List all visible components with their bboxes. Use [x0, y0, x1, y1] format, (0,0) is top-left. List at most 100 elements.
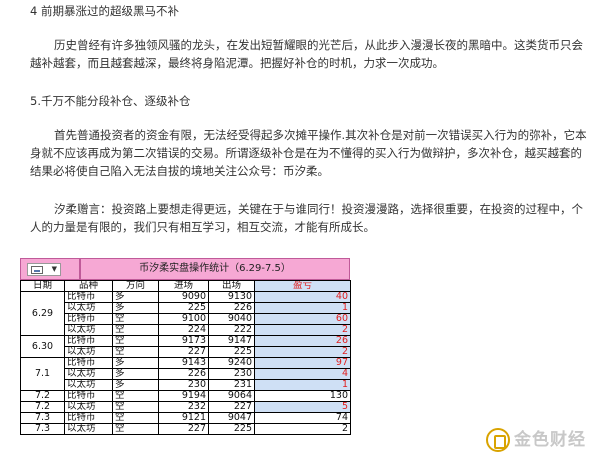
cell-coin: 以太坊: [64, 324, 113, 336]
cell-date: 7.3: [20, 423, 65, 435]
cell-entry: 227: [158, 423, 209, 435]
table-header-row: 日期 品种 方向 进场 出场 盈亏: [20, 280, 351, 292]
cell-exit: 226: [208, 302, 255, 314]
cell-direction: 空: [112, 324, 159, 336]
table-row: 7.2 比特币空 9194 9064 130: [20, 390, 351, 402]
jinse-logo-icon: [486, 428, 510, 452]
cell-entry: 9143: [158, 357, 209, 369]
cell-direction: 多: [112, 357, 159, 369]
trade-table: 日期 品种 方向 进场 出场 盈亏 6.29 比特币多 9090 9130 40 以太坊多…: [20, 280, 351, 435]
cell-entry: 9090: [158, 291, 209, 303]
cell-coin: 以太坊: [64, 368, 113, 380]
cell-entry: 232: [158, 401, 209, 413]
header-date: 日期: [20, 280, 65, 292]
table-row: 6.29 比特币多 9090 9130 40: [20, 291, 351, 336]
table-row: 以太坊多 230 231 1: [21, 379, 351, 391]
cell-direction: 多: [112, 302, 159, 314]
cell-pnl: 5: [254, 401, 351, 413]
table-row: 6.30 比特币空 9173 9147 26: [20, 335, 351, 358]
cell-pnl: 74: [254, 412, 351, 424]
cell-entry: 9194: [158, 390, 209, 402]
table-row: 7.3 比特币空 9121 9047 74: [20, 412, 351, 424]
cell-entry: 226: [158, 368, 209, 380]
header-pnl: 盈亏: [254, 280, 351, 292]
cell-exit: 9240: [208, 357, 255, 369]
section-4-heading: 4 前期暴涨过的超级黑马不补: [30, 4, 179, 18]
image-toolbar: ▼: [20, 258, 80, 280]
table-row: 7.1 比特币多 9143 9240 97: [20, 357, 351, 391]
cell-direction: 空: [112, 335, 159, 347]
watermark-text: 金色财经: [514, 430, 586, 450]
section-5-heading: 5.千万不能分段补仓、逐级补仓: [30, 94, 191, 108]
header-direction: 方向: [112, 280, 159, 292]
cell-coin: 比特币: [64, 357, 113, 369]
cell-exit: 230: [208, 368, 255, 380]
cell-pnl: 2: [254, 346, 351, 358]
cell-exit: 9130: [208, 291, 255, 303]
table-title: 币汐柔实盘操作统计（6.29-7.5）: [80, 258, 350, 280]
cell-pnl: 60: [254, 313, 351, 325]
table-row: 以太坊空 227 225 2: [21, 346, 351, 358]
cell-exit: 9040: [208, 313, 255, 325]
cell-pnl: 2: [254, 423, 351, 435]
table-row: 以太坊空 224 222 2: [21, 324, 351, 336]
cell-direction: 空: [112, 313, 159, 325]
cell-date: 7.3: [20, 412, 65, 424]
cell-coin: 以太坊: [64, 302, 113, 314]
cell-entry: 227: [158, 346, 209, 358]
cell-pnl: 1: [254, 379, 351, 391]
cell-entry: 9121: [158, 412, 209, 424]
cell-date: 7.2: [20, 401, 65, 413]
table-row: 7.3 以太坊空 227 225 2: [20, 423, 351, 435]
closing-paragraph: 汐柔赠言：投资路上要想走得更远，关键在于与谁同行！投资漫漫路，选择很重要，在投资…: [30, 202, 583, 234]
cell-exit: 9047: [208, 412, 255, 424]
cell-date: 6.30: [20, 335, 65, 358]
cell-entry: 230: [158, 379, 209, 391]
cell-coin: 比特币: [64, 313, 113, 325]
cell-direction: 多: [112, 368, 159, 380]
cell-coin: 以太坊: [64, 423, 113, 435]
cell-coin: 比特币: [64, 335, 113, 347]
cell-date: 7.1: [20, 357, 65, 391]
watermark: 金色财经: [486, 428, 596, 452]
cell-entry: 9173: [158, 335, 209, 347]
cell-exit: 9147: [208, 335, 255, 347]
chevron-down-icon: ▼: [51, 265, 57, 273]
cell-direction: 多: [112, 379, 159, 391]
cell-date: 6.29: [20, 291, 65, 336]
cell-pnl: 26: [254, 335, 351, 347]
cell-coin: 以太坊: [64, 401, 113, 413]
cell-coin: 比特币: [64, 412, 113, 424]
trade-stats-table-image: ▼ 币汐柔实盘操作统计（6.29-7.5） 日期 品种 方向 进场 出场 盈亏 …: [20, 258, 351, 448]
cell-entry: 9100: [158, 313, 209, 325]
cell-pnl: 97: [254, 357, 351, 369]
table-row: 以太坊多 225 226 1: [21, 302, 351, 314]
cell-entry: 224: [158, 324, 209, 336]
cell-direction: 空: [112, 423, 159, 435]
cell-direction: 空: [112, 346, 159, 358]
cell-direction: 空: [112, 390, 159, 402]
cell-pnl: 40: [254, 291, 351, 303]
cell-direction: 空: [112, 412, 159, 424]
cell-exit: 231: [208, 379, 255, 391]
cell-exit: 222: [208, 324, 255, 336]
cell-exit: 225: [208, 346, 255, 358]
picture-dropdown-button[interactable]: ▼: [27, 263, 61, 276]
cell-direction: 空: [112, 401, 159, 413]
cell-pnl: 2: [254, 324, 351, 336]
cell-direction: 多: [112, 291, 159, 303]
cell-exit: 225: [208, 423, 255, 435]
cell-pnl: 130: [254, 390, 351, 402]
section-5-paragraph: 首先普通投资者的资金有限，无法经受得起多次摊平操作.其次补仓是对前一次错误买入行…: [30, 128, 587, 178]
cell-coin: 比特币: [64, 291, 113, 303]
cell-exit: 9064: [208, 390, 255, 402]
cell-coin: 以太坊: [64, 346, 113, 358]
picture-icon: [31, 266, 43, 274]
header-coin: 品种: [64, 280, 113, 292]
cell-pnl: 1: [254, 302, 351, 314]
cell-coin: 以太坊: [64, 379, 113, 391]
header-exit: 出场: [208, 280, 255, 292]
cell-exit: 227: [208, 401, 255, 413]
section-4-paragraph: 历史曾经有许多独领风骚的龙头，在发出短暂耀眼的光芒后，从此步入漫漫长夜的黑暗中。…: [30, 38, 583, 70]
table-row: 以太坊多 226 230 4: [21, 368, 351, 380]
